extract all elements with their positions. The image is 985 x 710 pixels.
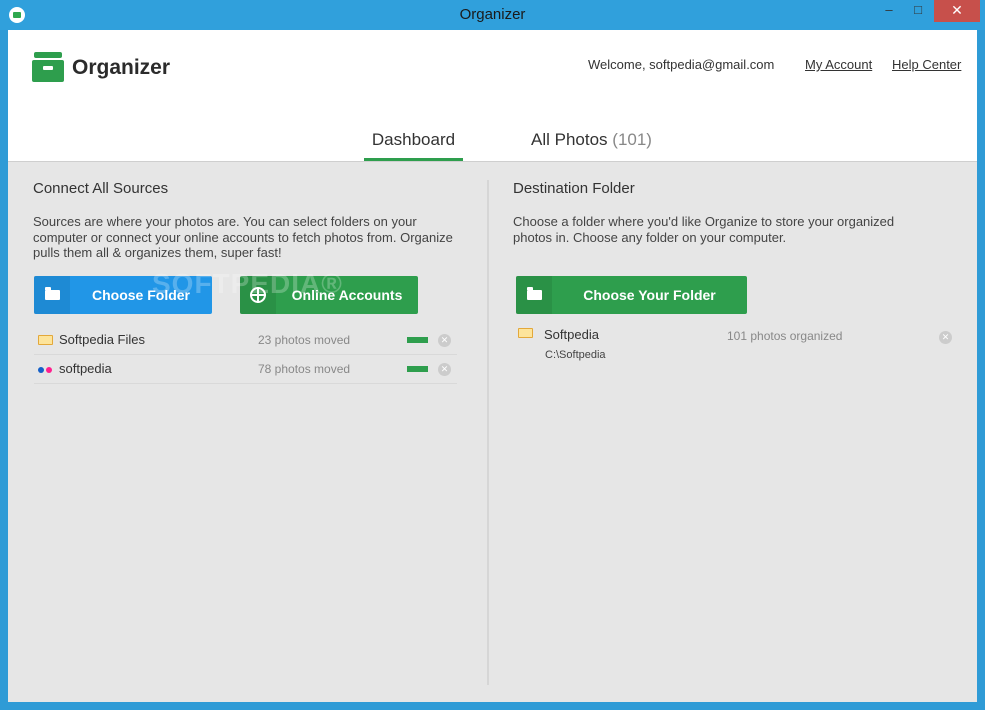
source-status: 23 photos moved: [258, 333, 351, 347]
my-account-link[interactable]: My Account: [805, 57, 872, 72]
help-center-link[interactable]: Help Center: [892, 57, 961, 72]
tab-all-photos-label: All Photos: [531, 130, 608, 149]
sources-description: Sources are where your photos are. You c…: [33, 214, 453, 260]
folder-icon: [34, 276, 70, 314]
destination-folder-path: C:\Softpedia: [545, 349, 606, 361]
globe-icon: [240, 276, 276, 314]
sources-title: Connect All Sources: [33, 180, 169, 197]
choose-folder-button[interactable]: Choose Folder: [34, 276, 212, 314]
source-row: Softpedia Files 23 photos moved ✕: [34, 326, 457, 355]
remove-source-icon[interactable]: ✕: [438, 363, 451, 376]
folder-icon: [38, 335, 53, 345]
window-title: Organizer: [459, 6, 526, 23]
tab-dashboard[interactable]: Dashboard: [364, 130, 463, 161]
flickr-icon: [38, 367, 54, 373]
destination-status: 101 photos organized: [727, 329, 843, 343]
tab-all-photos[interactable]: All Photos (101): [531, 130, 652, 161]
welcome-text: Welcome, softpedia@gmail.com: [588, 57, 775, 72]
close-button[interactable]: ✕: [934, 0, 980, 22]
online-accounts-label: Online Accounts: [291, 287, 403, 303]
destination-folder-name: Softpedia: [544, 327, 599, 342]
destination-description: Choose a folder where you'd like Organiz…: [513, 214, 895, 245]
tab-dashboard-label: Dashboard: [371, 130, 456, 149]
source-name: softpedia: [59, 361, 112, 376]
maximize-button[interactable]: □: [905, 0, 931, 22]
source-progress-bar: [407, 366, 428, 372]
source-name: Softpedia Files: [59, 332, 145, 347]
choose-your-folder-button[interactable]: Choose Your Folder: [516, 276, 747, 314]
tab-all-photos-count: (101): [612, 130, 652, 149]
minimize-button[interactable]: –: [876, 0, 902, 22]
folder-icon: [518, 328, 533, 338]
online-accounts-button[interactable]: Online Accounts: [240, 276, 418, 314]
title-bar: Organizer – □ ✕: [0, 0, 985, 30]
app-client-area: Organizer Welcome, softpedia@gmail.com M…: [8, 30, 977, 702]
folder-icon: [516, 276, 552, 314]
destination-title: Destination Folder: [513, 180, 635, 197]
source-progress-bar: [407, 337, 428, 343]
organizer-logo-icon: [32, 52, 64, 82]
panel-divider: [487, 180, 489, 685]
remove-destination-icon[interactable]: ✕: [939, 331, 952, 344]
source-row: softpedia 78 photos moved ✕: [34, 355, 457, 384]
choose-folder-label: Choose Folder: [91, 287, 190, 303]
choose-your-folder-label: Choose Your Folder: [583, 287, 716, 303]
brand-name: Organizer: [72, 56, 171, 79]
source-status: 78 photos moved: [258, 362, 351, 376]
app-header: Organizer Welcome, softpedia@gmail.com M…: [8, 30, 977, 162]
remove-source-icon[interactable]: ✕: [438, 334, 451, 347]
